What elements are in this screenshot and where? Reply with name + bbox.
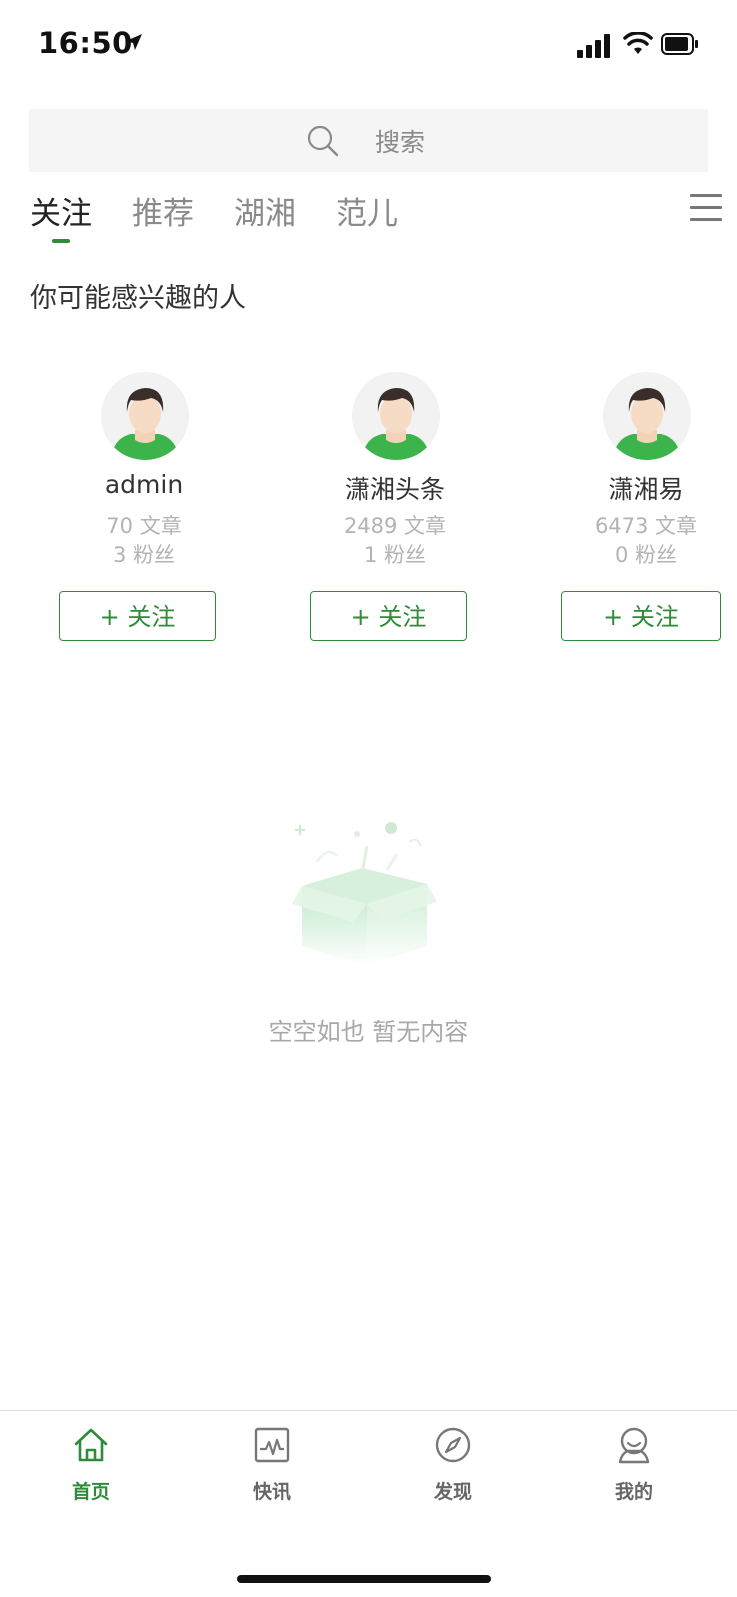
article-count: 2489 文章 xyxy=(343,514,447,538)
wifi-icon xyxy=(623,32,653,54)
status-bar: 16:50 xyxy=(0,0,737,92)
menu-icon[interactable] xyxy=(690,194,722,224)
nav-label: 我的 xyxy=(614,1481,653,1503)
user-name: admin xyxy=(104,470,184,499)
nav-item-mine[interactable]: 我的 xyxy=(574,1425,694,1505)
follow-button[interactable]: + 关注 xyxy=(310,591,467,641)
nav-label: 快讯 xyxy=(252,1481,291,1503)
compass-icon xyxy=(435,1427,471,1463)
avatar[interactable] xyxy=(352,372,440,460)
default-avatar-icon xyxy=(603,372,691,460)
bottom-nav: 首页 快讯 发现 我的 xyxy=(0,1410,737,1597)
search-placeholder: 搜索 xyxy=(375,128,426,157)
article-count: 70 文章 xyxy=(106,514,182,538)
nav-label: 首页 xyxy=(71,1481,110,1503)
default-avatar-icon xyxy=(101,372,189,460)
nav-item-home[interactable]: 首页 xyxy=(31,1425,151,1505)
battery-icon xyxy=(661,33,698,55)
empty-box-icon xyxy=(292,822,437,966)
avatar[interactable] xyxy=(101,372,189,460)
section-title: 你可能感兴趣的人 xyxy=(30,283,246,314)
avatar[interactable] xyxy=(603,372,691,460)
user-name: 潇湘头条 xyxy=(344,475,445,504)
active-tab-indicator xyxy=(52,239,70,243)
article-count: 6473 文章 xyxy=(594,514,698,538)
follow-button[interactable]: + 关注 xyxy=(561,591,721,641)
tab-huxiang[interactable]: 湖湘 xyxy=(234,188,296,233)
news-chart-icon xyxy=(254,1427,290,1463)
tab-recommend[interactable]: 推荐 xyxy=(132,188,194,233)
user-icon xyxy=(618,1427,650,1464)
nav-item-discover[interactable]: 发现 xyxy=(393,1425,513,1505)
fan-count: 1 粉丝 xyxy=(363,543,427,567)
search-bar[interactable]: 搜索 xyxy=(29,109,708,172)
user-card: 潇湘头条 2489 文章 1 粉丝 + 关注 xyxy=(295,372,495,642)
search-icon xyxy=(307,125,339,157)
cellular-signal-icon xyxy=(577,34,610,58)
tab-faner[interactable]: 范儿 xyxy=(336,188,398,233)
nav-item-news[interactable]: 快讯 xyxy=(212,1425,332,1505)
home-indicator xyxy=(237,1575,491,1583)
location-arrow-icon xyxy=(126,34,142,50)
nav-label: 发现 xyxy=(433,1481,472,1503)
status-time: 16:50 xyxy=(38,26,133,60)
user-card: admin 70 文章 3 粉丝 + 关注 xyxy=(44,372,244,642)
fan-count: 3 粉丝 xyxy=(112,543,176,567)
default-avatar-icon xyxy=(352,372,440,460)
tab-follow[interactable]: 关注 xyxy=(30,188,92,233)
user-card: 潇湘易 6473 文章 0 粉丝 + 关注 xyxy=(546,372,737,642)
user-name: 潇湘易 xyxy=(608,475,684,504)
empty-state-text: 空空如也 暂无内容 xyxy=(268,1018,469,1046)
fan-count: 0 粉丝 xyxy=(614,543,678,567)
follow-button[interactable]: + 关注 xyxy=(59,591,216,641)
home-icon xyxy=(74,1428,108,1462)
